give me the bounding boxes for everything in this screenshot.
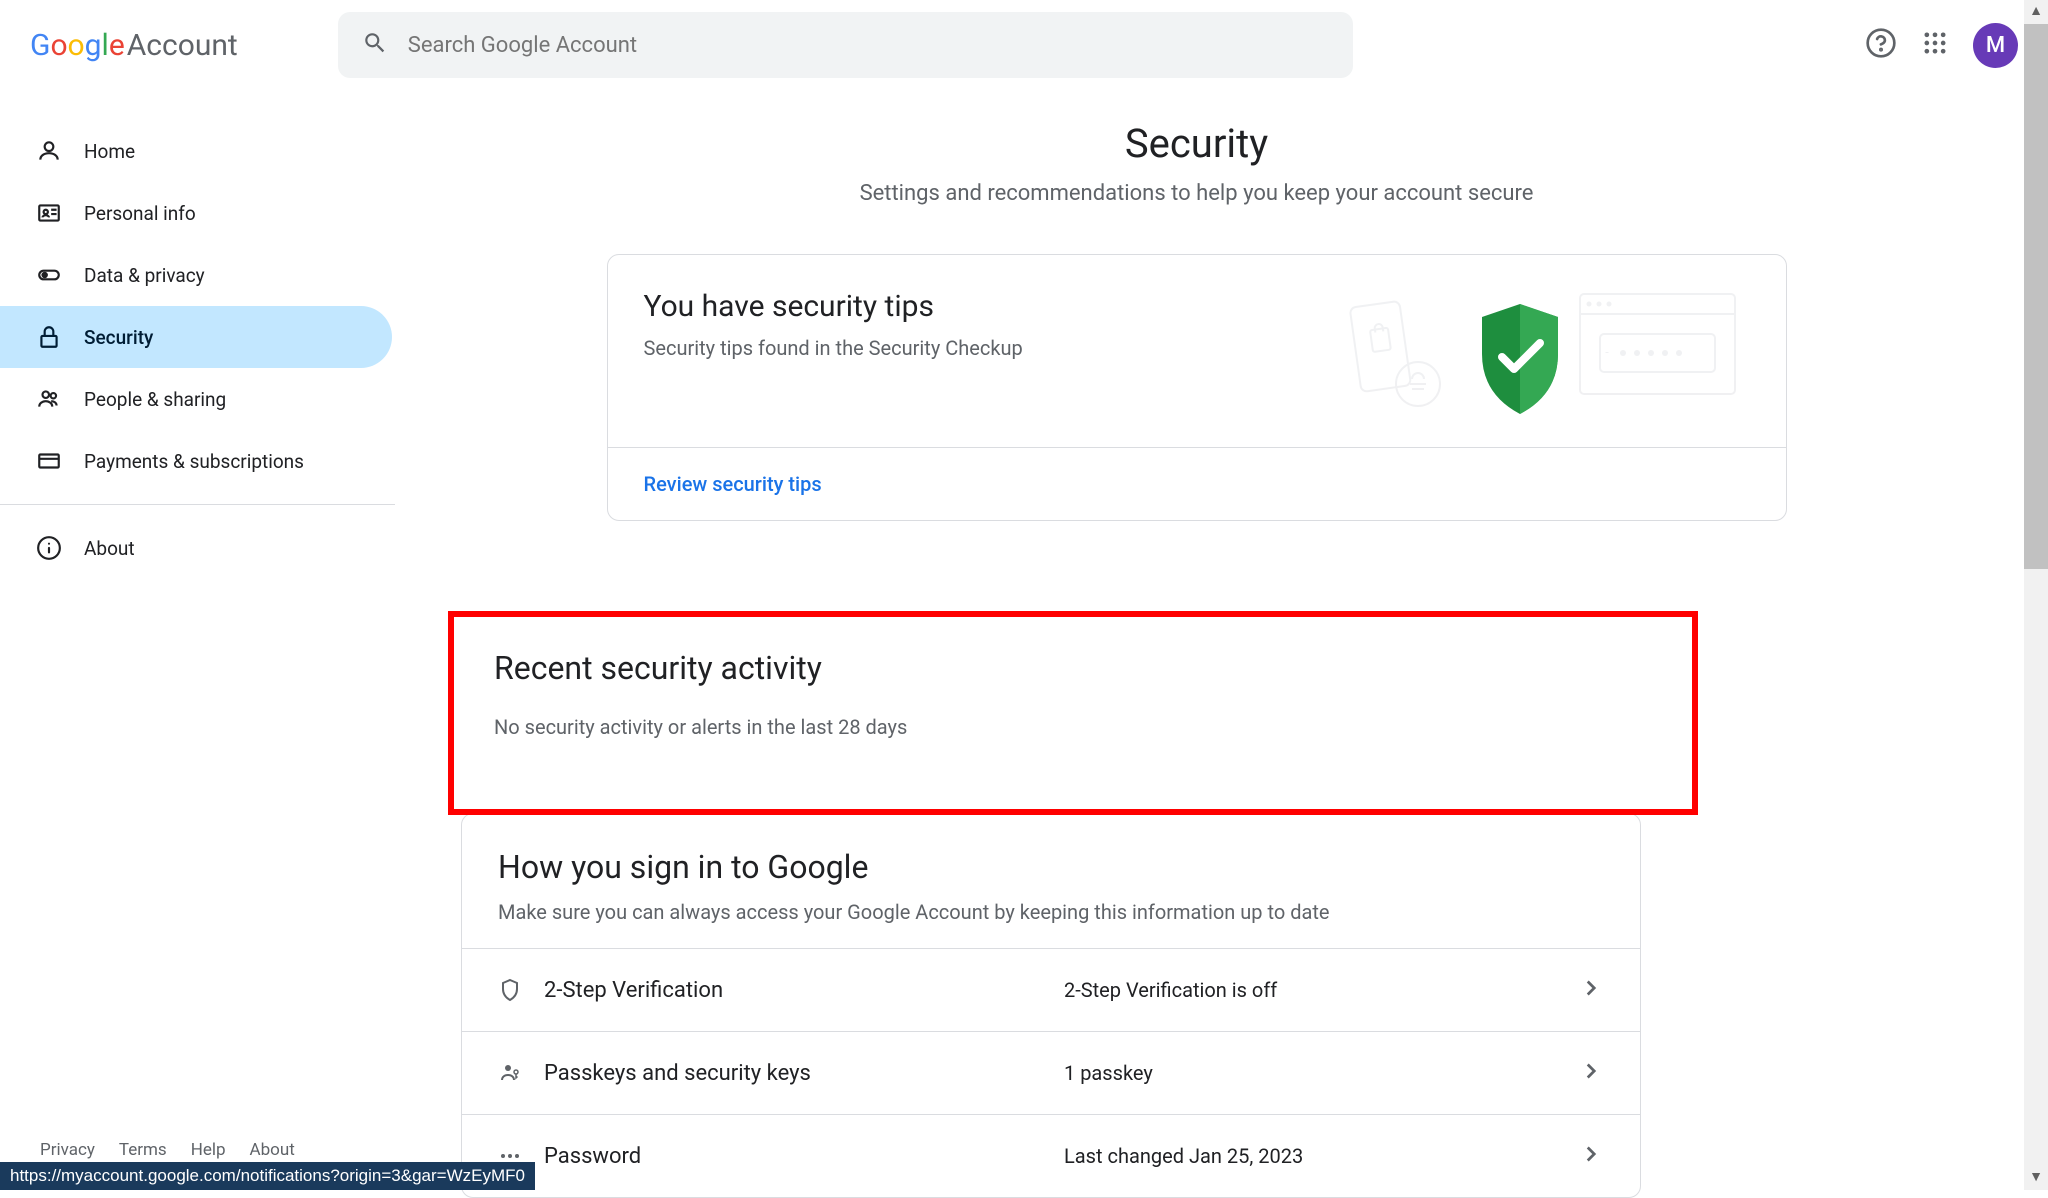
sidebar-item-payments[interactable]: Payments & subscriptions <box>0 430 392 492</box>
page-subtitle: Settings and recommendations to help you… <box>395 181 1998 206</box>
row-value: 2-Step Verification is off <box>1064 978 1578 1002</box>
shield-icon <box>498 978 544 1002</box>
row-label: 2-Step Verification <box>544 978 1064 1003</box>
tips-card-subtitle: Security tips found in the Security Chec… <box>644 336 1330 360</box>
credit-card-icon <box>34 448 64 474</box>
sidebar-item-security[interactable]: Security <box>0 306 392 368</box>
sidebar-item-label: Home <box>84 140 135 163</box>
sidebar-item-label: Security <box>84 326 153 349</box>
google-account-logo[interactable]: Google Account <box>30 28 238 63</box>
row-label: Passkeys and security keys <box>544 1061 1064 1086</box>
row-value: Last changed Jan 25, 2023 <box>1064 1144 1578 1168</box>
signin-card: How you sign in to Google Make sure you … <box>461 813 1641 1198</box>
page-title: Security <box>395 120 1998 167</box>
help-icon[interactable] <box>1865 27 1897 63</box>
sidebar-divider <box>0 504 395 505</box>
sidebar-item-label: People & sharing <box>84 388 226 411</box>
search-input[interactable] <box>408 33 1329 58</box>
chevron-right-icon <box>1578 1141 1604 1171</box>
activity-title: Recent security activity <box>494 649 1656 687</box>
sidebar-item-people-sharing[interactable]: People & sharing <box>0 368 392 430</box>
search-icon <box>362 30 388 60</box>
review-tips-link[interactable]: Review security tips <box>644 472 822 496</box>
header: Google Account M <box>0 0 2048 90</box>
sidebar-item-home[interactable]: Home <box>0 120 392 182</box>
footer-links: Privacy Terms Help About <box>40 1140 295 1160</box>
row-2step[interactable]: 2-Step Verification 2-Step Verification … <box>462 948 1640 1031</box>
signin-title: How you sign in to Google <box>462 848 1640 886</box>
row-passkeys[interactable]: Passkeys and security keys 1 passkey <box>462 1031 1640 1114</box>
row-password[interactable]: Password Last changed Jan 25, 2023 <box>462 1114 1640 1197</box>
footer-link-about[interactable]: About <box>250 1140 295 1160</box>
chevron-right-icon <box>1578 1058 1604 1088</box>
info-icon <box>34 535 64 561</box>
sidebar-item-label: About <box>84 537 135 560</box>
passkey-icon <box>498 1061 544 1085</box>
scrollbar[interactable]: ▲ ▼ <box>2024 0 2048 1190</box>
scrollbar-down-arrow[interactable]: ▼ <box>2026 1168 2046 1188</box>
status-bar-url: https://myaccount.google.com/notificatio… <box>0 1162 535 1190</box>
tips-card-title: You have security tips <box>644 289 1330 324</box>
logo-account-text: Account <box>127 28 238 63</box>
signin-subtitle: Make sure you can always access your Goo… <box>462 886 1640 948</box>
row-label: Password <box>544 1144 1064 1169</box>
apps-grid-icon[interactable] <box>1921 29 1949 61</box>
footer-link-help[interactable]: Help <box>191 1140 226 1160</box>
people-icon <box>34 386 64 412</box>
search-box[interactable] <box>338 12 1353 78</box>
activity-subtitle: No security activity or alerts in the la… <box>494 715 1656 739</box>
row-value: 1 passkey <box>1064 1061 1578 1085</box>
toggle-icon <box>34 262 64 288</box>
avatar-initial: M <box>1986 33 2005 58</box>
sidebar-item-label: Personal info <box>84 202 196 225</box>
scrollbar-up-arrow[interactable]: ▲ <box>2026 2 2046 22</box>
id-card-icon <box>34 200 64 226</box>
security-illustration <box>1330 289 1750 419</box>
recent-activity-highlighted: Recent security activity No security act… <box>448 611 1698 815</box>
security-tips-card: You have security tips Security tips fou… <box>607 254 1787 521</box>
footer-link-terms[interactable]: Terms <box>119 1140 167 1160</box>
scrollbar-thumb[interactable] <box>2024 24 2048 569</box>
sidebar-item-about[interactable]: About <box>0 517 392 579</box>
sidebar-item-data-privacy[interactable]: Data & privacy <box>0 244 392 306</box>
sidebar-item-label: Payments & subscriptions <box>84 450 304 473</box>
sidebar-item-label: Data & privacy <box>84 264 205 287</box>
sidebar: Home Personal info Data & privacy Securi… <box>0 90 395 579</box>
footer-link-privacy[interactable]: Privacy <box>40 1140 95 1160</box>
avatar[interactable]: M <box>1973 23 2018 68</box>
lock-icon <box>34 324 64 350</box>
sidebar-item-personal-info[interactable]: Personal info <box>0 182 392 244</box>
chevron-right-icon <box>1578 975 1604 1005</box>
home-icon <box>34 138 64 164</box>
